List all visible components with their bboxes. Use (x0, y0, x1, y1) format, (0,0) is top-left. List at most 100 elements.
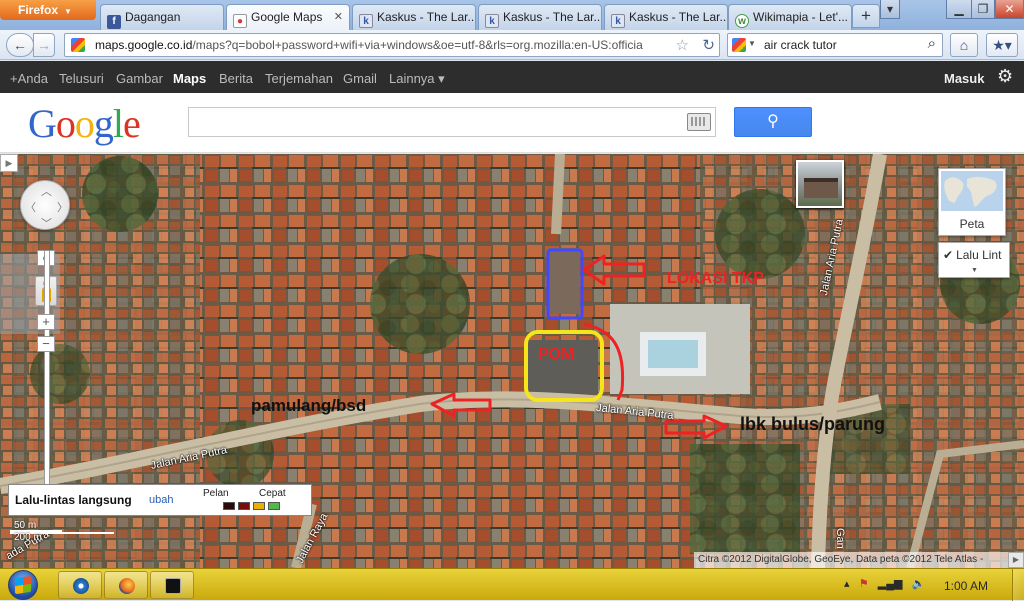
gbar-item-gmail[interactable]: Gmail (343, 71, 377, 86)
action-center-flag-icon[interactable]: ⚑ (859, 578, 869, 590)
forward-button[interactable]: → (33, 33, 55, 57)
legend-swatch (238, 502, 250, 510)
search-engine-icon[interactable] (732, 38, 746, 52)
volume-icon[interactable]: 🔈 (912, 578, 926, 590)
chevron-down-icon: ▼ (64, 7, 72, 16)
bookmarks-button[interactable]: ★▾ (986, 33, 1018, 57)
forward-arrow-icon: → (37, 37, 51, 53)
kaskus-icon: k (611, 14, 625, 28)
chevron-right-icon: ▶ (1012, 555, 1020, 564)
command-prompt-icon (165, 578, 181, 594)
home-button[interactable]: ⌂ (950, 33, 978, 57)
scale-metric-bottom: 200 m (14, 532, 42, 543)
tab-kaskus-1[interactable]: k Kaskus - The Lar... (352, 4, 476, 30)
tab-strip: Firefox ▼ f Dagangan ● Google Maps ✕ k Kasku… (0, 0, 1024, 30)
gear-icon[interactable]: ⚙ (997, 66, 1013, 87)
world-map-icon (941, 171, 1003, 211)
gbar-item-terjemahan[interactable]: Terjemahan (265, 71, 333, 86)
bookmark-star-icon[interactable]: ☆ (676, 36, 689, 54)
show-desktop-button[interactable] (1012, 569, 1024, 601)
taskbar-media-center[interactable] (58, 571, 102, 599)
pan-right-icon[interactable]: 〉 (57, 199, 68, 215)
traffic-toggle-label: Lalu Lint (956, 248, 1002, 262)
tab-title: Kaskus - The Lar... (503, 10, 602, 24)
gbar-item-maps[interactable]: Maps (173, 71, 206, 86)
maps-search-input[interactable] (188, 107, 716, 137)
new-tab-button[interactable]: + (852, 4, 880, 28)
checkmark-icon: ✔ (943, 248, 954, 262)
tab-wikimapia[interactable]: w Wikimapia - Let'... (728, 4, 852, 30)
close-window-button[interactable]: ✕ (995, 0, 1024, 19)
windows-flag-icon (15, 575, 31, 595)
start-button[interactable] (6, 569, 40, 601)
tab-title: Kaskus - The Lar... (629, 10, 728, 24)
legend-swatch (253, 502, 265, 510)
tab-title: Dagangan (125, 10, 181, 24)
map-copyright: Citra ©2012 DigitalGlobe, GeoEye, Data p… (694, 552, 1008, 568)
gbar-item-lainnya[interactable]: Lainnya ▾ (389, 71, 445, 87)
map-type-peta-button[interactable]: Peta (938, 168, 1006, 236)
search-bar[interactable]: ▼ air crack tutor ⌕ (727, 33, 943, 57)
chevron-up-icon[interactable]: ▴ (844, 578, 850, 590)
pan-up-icon[interactable]: ︿ (41, 183, 52, 199)
network-signal-icon[interactable]: ▂▄▆ (878, 578, 903, 590)
gbar-item-gambar[interactable]: Gambar (116, 71, 163, 86)
gbar-item-berita[interactable]: Berita (219, 71, 253, 86)
scroll-right-button[interactable]: ▶ (1008, 552, 1024, 568)
close-icon: ✕ (1004, 2, 1015, 16)
url-bar[interactable]: maps.google.co.id/maps?q=bobol+password+… (64, 33, 720, 57)
pan-left-icon[interactable]: 〈 (25, 199, 36, 215)
minimize-button[interactable]: ▁ (946, 0, 972, 19)
legend-swatch (268, 502, 280, 510)
map-canvas[interactable]: LOKASI TKP POM pamulang/bsd lbk bulus/pa… (0, 154, 1024, 568)
map-scale: 50 m 200 m (10, 520, 116, 546)
url-path: /maps?q=bobol+password+wifi+via+windows&… (192, 38, 643, 52)
search-icon[interactable]: ⌕ (928, 35, 936, 52)
sign-in-link[interactable]: Masuk (944, 71, 984, 86)
firefox-menu-button[interactable]: Firefox ▼ (0, 0, 96, 20)
annotation-pamulang-bsd: pamulang/bsd (251, 396, 367, 415)
keyboard-icon[interactable] (687, 113, 711, 131)
system-tray: ▴ ⚑ ▂▄▆ 🔈 (844, 577, 925, 590)
restore-icon: ❐ (977, 2, 989, 16)
search-query: air crack tutor (764, 38, 837, 52)
zoom-in-button[interactable]: + (37, 314, 55, 330)
tab-google-maps[interactable]: ● Google Maps ✕ (226, 4, 350, 30)
tab-dagangan[interactable]: f Dagangan (100, 4, 224, 30)
gbar-item-plus[interactable]: +Anda (10, 71, 48, 86)
zoom-slider-track[interactable] (44, 250, 50, 490)
traffic-layer-toggle[interactable]: ✔ Lalu Lint ▼ (938, 242, 1010, 278)
maps-search-button[interactable]: ⚲ (734, 107, 812, 137)
street-view-thumbnail[interactable] (796, 160, 844, 208)
pan-down-icon[interactable]: ﹀ (41, 215, 52, 231)
tab-list-button[interactable]: ▾ (880, 0, 900, 19)
reload-icon[interactable]: ↻ (702, 36, 715, 54)
url-text: maps.google.co.id/maps?q=bobol+password+… (95, 38, 695, 52)
gbar-item-telusuri[interactable]: Telusuri (59, 71, 104, 86)
traffic-legend: Lalu-lintas langsung ubah Pelan Cepat (8, 484, 312, 516)
tab-kaskus-2[interactable]: k Kaskus - The Lar... (478, 4, 602, 30)
url-host: maps.google.co.id (95, 38, 193, 52)
close-icon[interactable]: ✕ (334, 10, 343, 23)
kaskus-icon: k (359, 14, 373, 28)
logo-letter: g (93, 101, 114, 146)
pan-control[interactable]: ︿ ﹀ 〈 〉 (20, 180, 70, 230)
back-button[interactable]: ← (6, 33, 34, 57)
tab-kaskus-3[interactable]: k Kaskus - The Lar... (604, 4, 728, 30)
logo-letter: o (74, 101, 95, 146)
taskbar-clock[interactable]: 1:00 AM (944, 579, 988, 593)
tab-title: Google Maps (251, 10, 323, 24)
legend-slow-label: Pelan (203, 488, 229, 499)
zoom-out-button[interactable]: − (37, 336, 55, 352)
google-logo[interactable]: Google (28, 100, 141, 147)
taskbar-command-prompt[interactable] (150, 571, 194, 599)
site-identity-icon (71, 38, 85, 52)
media-center-icon (73, 578, 89, 594)
restore-button[interactable]: ❐ (971, 0, 995, 19)
back-arrow-icon: ← (13, 37, 27, 53)
wikimapia-icon: w (735, 14, 749, 28)
taskbar-firefox[interactable] (104, 571, 148, 599)
side-panel-toggle[interactable]: ▶ (0, 154, 18, 172)
tab-title: Wikimapia - Let'... (753, 10, 848, 24)
legend-change-link[interactable]: ubah (149, 494, 173, 506)
